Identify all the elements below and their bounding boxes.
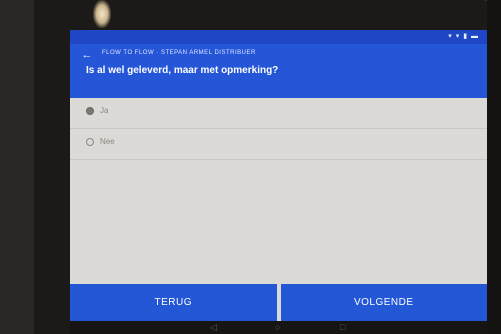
option-label: Nee — [100, 137, 115, 146]
light-glare — [93, 0, 111, 28]
arrow-left-icon[interactable]: ← — [80, 48, 94, 62]
app-bar: ← FLOW TO FLOW · STEPAN ARMEL DISTRIBUER… — [70, 44, 487, 98]
breadcrumb: FLOW TO FLOW · STEPAN ARMEL DISTRIBUER — [102, 50, 256, 56]
option-label: Ja — [100, 106, 109, 115]
status-icons: ▾ ▾ ▮ ▬ — [448, 33, 479, 40]
option-ja[interactable]: Ja — [70, 98, 487, 129]
radio-button-checked[interactable] — [86, 107, 94, 115]
option-nee[interactable]: Nee — [70, 129, 487, 160]
tablet-right-edge — [487, 0, 501, 334]
answer-options: Ja Nee — [70, 98, 487, 160]
next-button[interactable]: VOLGENDE — [280, 284, 487, 321]
triangle-back-icon[interactable]: ◁ — [210, 322, 217, 333]
radio-button[interactable] — [86, 138, 94, 146]
question-title: Is al wel geleverd, maar met opmerking? — [86, 65, 279, 76]
footer-buttons: TERUG VOLGENDE — [70, 284, 487, 321]
android-nav-bar: ◁ ○ □ — [70, 321, 487, 334]
tablet-screen: ▾ ▾ ▮ ▬ ← FLOW TO FLOW · STEPAN ARMEL DI… — [70, 30, 487, 321]
tablet-left-edge — [0, 0, 34, 334]
status-bar: ▾ ▾ ▮ ▬ — [70, 30, 487, 44]
circle-home-icon[interactable]: ○ — [275, 322, 280, 332]
back-button[interactable]: TERUG — [70, 284, 277, 321]
square-recent-icon[interactable]: □ — [340, 322, 345, 332]
